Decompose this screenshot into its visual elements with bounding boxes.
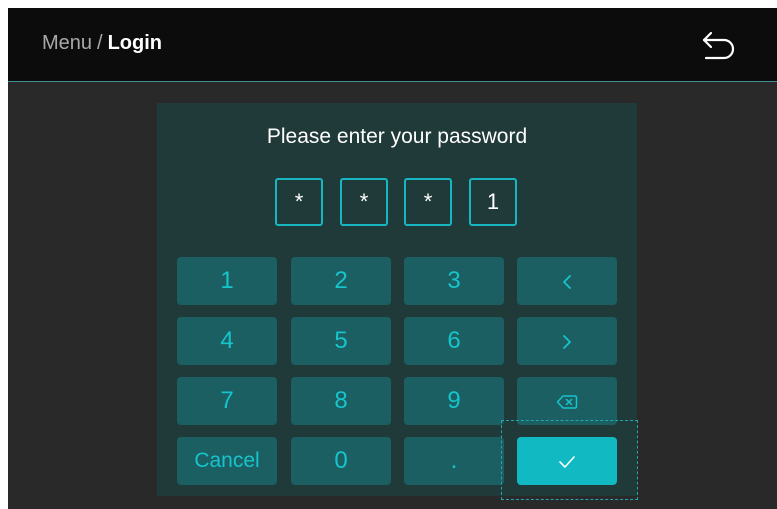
key-1[interactable]: 1	[177, 257, 277, 305]
chevron-right-icon	[563, 334, 571, 349]
cursor-right-button[interactable]	[517, 317, 617, 365]
cancel-button[interactable]: Cancel	[177, 437, 277, 485]
dialog-title: Please enter your password	[266, 125, 528, 148]
focus-indicator	[501, 420, 638, 500]
key-8[interactable]: 8	[291, 377, 391, 425]
back-button[interactable]	[693, 25, 741, 65]
chevron-left-icon	[563, 274, 571, 289]
backspace-button[interactable]	[517, 377, 617, 425]
key-4[interactable]: 4	[177, 317, 277, 365]
breadcrumb-current: Login	[107, 32, 163, 54]
key-decimal-point[interactable]: .	[404, 437, 504, 485]
breadcrumb-separator: /	[97, 32, 103, 54]
password-digit-box: 1	[469, 178, 517, 226]
device-screen: Menu / Login Please enter your password * …	[8, 8, 777, 509]
undo-arrow-icon	[702, 31, 735, 60]
cursor-left-button[interactable]	[517, 257, 617, 305]
breadcrumb: Menu / Login	[42, 32, 162, 55]
key-7[interactable]: 7	[177, 377, 277, 425]
backspace-icon	[556, 394, 578, 409]
password-digit-box: *	[404, 178, 452, 226]
breadcrumb-parent[interactable]: Menu	[42, 32, 92, 54]
key-3[interactable]: 3	[404, 257, 504, 305]
key-6[interactable]: 6	[404, 317, 504, 365]
key-0[interactable]: 0	[291, 437, 391, 485]
key-5[interactable]: 5	[291, 317, 391, 365]
top-bar: Menu / Login	[8, 8, 777, 82]
key-9[interactable]: 9	[404, 377, 504, 425]
password-digit-box: *	[340, 178, 388, 226]
password-digit-box: *	[275, 178, 323, 226]
key-2[interactable]: 2	[291, 257, 391, 305]
